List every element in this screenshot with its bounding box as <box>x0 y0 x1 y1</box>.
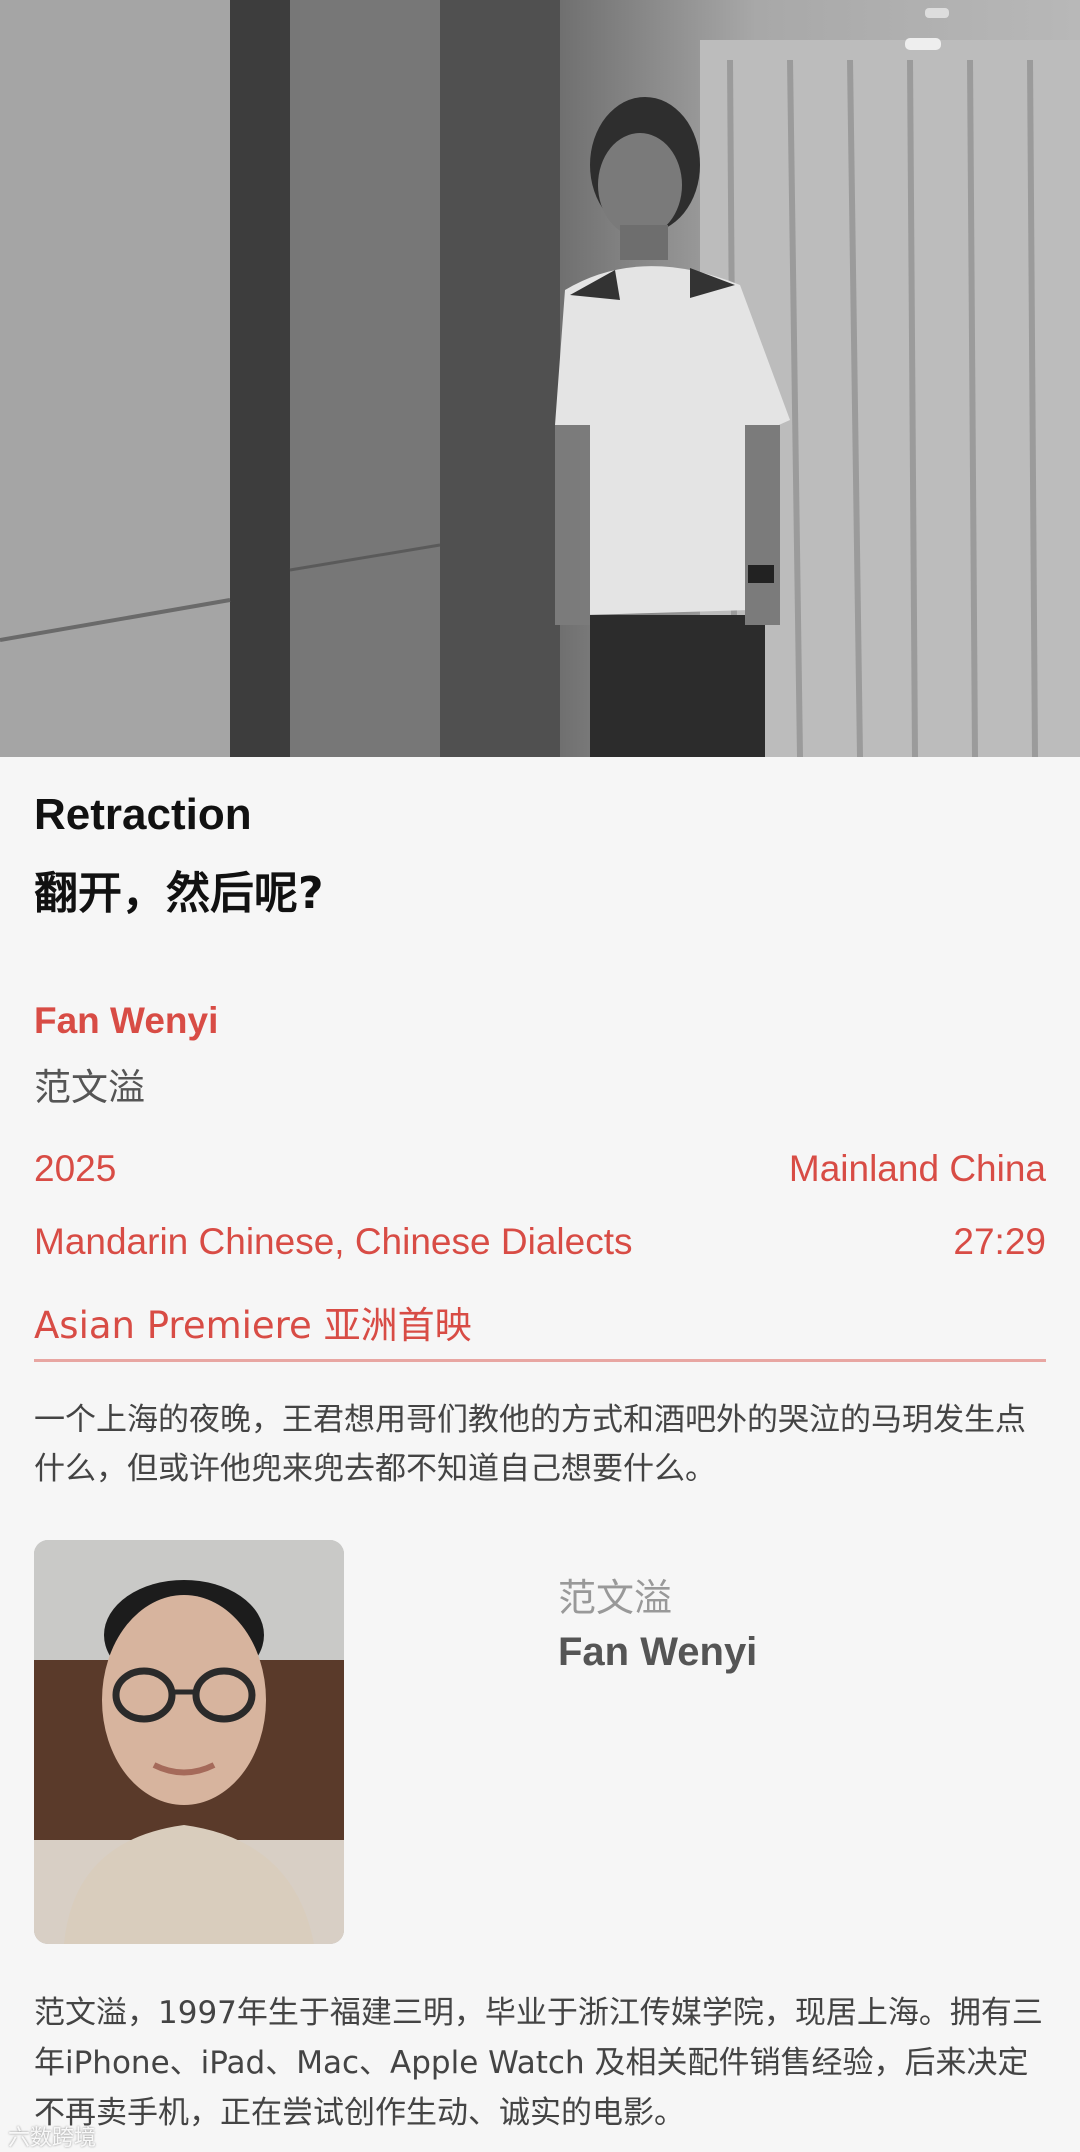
meta-row-year-country: 2025 Mainland China <box>34 1148 1046 1190</box>
director-name-zh: 范文溢 <box>34 1066 145 1109</box>
watermark-logo: 六数跨境 <box>8 2126 97 2151</box>
film-title-zh: 翻开，然后呢? <box>34 868 324 919</box>
director-bio: 范文溢，1997年生于福建三明，毕业于浙江传媒学院，现居上海。拥有三年iPhon… <box>34 1995 1043 2131</box>
director-portrait-illustration <box>34 1540 344 1944</box>
film-synopsis: 一个上海的夜晚，王君想用哥们教他的方式和酒吧外的哭泣的马玥发生点什么，但或许他兜… <box>34 1402 1026 1487</box>
film-runtime: 27:29 <box>953 1221 1046 1262</box>
film-still-illustration <box>0 0 1080 757</box>
director-portrait <box>34 1540 344 1944</box>
film-title-en: Retraction <box>34 790 252 839</box>
meta-row-language-runtime: Mandarin Chinese, Chinese Dialects 27:29 <box>34 1221 1046 1263</box>
bio-director-name-zh: 范文溢 <box>558 1576 673 1620</box>
bio-director-name-en: Fan Wenyi <box>558 1630 758 1674</box>
section-divider <box>34 1359 1046 1362</box>
director-name-en: Fan Wenyi <box>34 1000 219 1041</box>
film-country: Mainland China <box>788 1148 1046 1189</box>
film-year: 2025 <box>34 1148 117 1189</box>
film-language: Mandarin Chinese, Chinese Dialects <box>34 1221 633 1262</box>
premiere-status: Asian Premiere 亚洲首映 <box>34 1304 472 1347</box>
meta-row-premiere: Asian Premiere 亚洲首映 <box>34 1295 1046 1349</box>
film-still-image <box>0 0 1080 757</box>
